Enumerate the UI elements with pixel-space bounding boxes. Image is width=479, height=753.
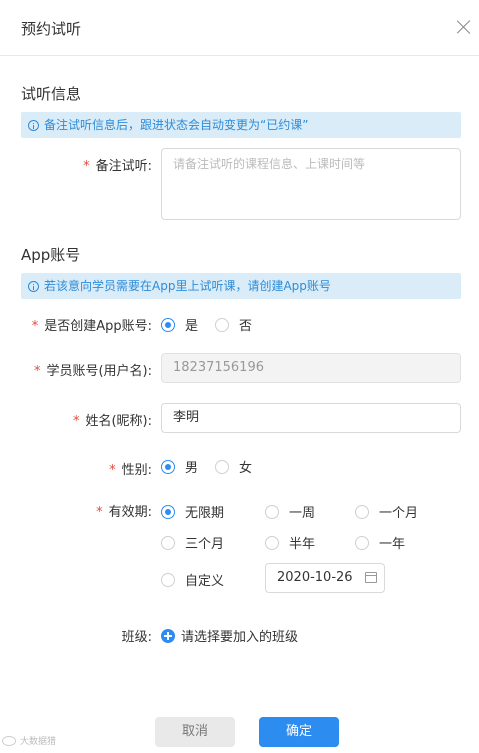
remark-label: * 备注试听: (83, 159, 152, 174)
add-class-button[interactable]: 请选择要加入的班级 (161, 626, 298, 645)
watermark-icon (2, 735, 16, 746)
add-class-text: 请选择要加入的班级 (181, 630, 299, 645)
validity-month-radio[interactable]: 一个月 (355, 502, 418, 521)
trial-notice: 备注试听信息后，跟进状态会自动变更为“已约课” (21, 112, 461, 138)
app-notice-text: 若该意向学员需要在App里上试听课，请创建App账号 (44, 279, 331, 293)
section-title-trial: 试听信息 (21, 85, 82, 103)
required-mark: * (72, 414, 80, 429)
dialog-title: 预约试听 (21, 20, 82, 38)
required-mark: * (109, 463, 116, 478)
custom-date-picker[interactable]: 2020-10-26 (265, 563, 385, 593)
calendar-icon (365, 572, 377, 583)
name-label: * 姓名(昵称): (72, 414, 152, 429)
name-input[interactable]: 李明 (161, 403, 461, 433)
required-mark: * (33, 364, 41, 379)
section-title-app: App账号 (21, 246, 81, 264)
validity-unlimited-radio[interactable]: 无限期 (161, 502, 224, 521)
dialog-header: 预约试听 (0, 0, 479, 56)
gender-female-radio[interactable]: 女 (215, 457, 252, 476)
create-app-yes-radio[interactable]: 是 (161, 315, 198, 334)
validity-week-radio[interactable]: 一周 (265, 502, 315, 521)
create-app-no-radio[interactable]: 否 (215, 315, 252, 334)
account-input: 18237156196 (161, 353, 461, 383)
required-mark: * (96, 505, 103, 520)
validity-custom-radio[interactable]: 自定义 (161, 570, 224, 589)
validity-year-radio[interactable]: 一年 (355, 533, 405, 552)
validity-half-year-radio[interactable]: 半年 (265, 533, 315, 552)
create-app-label: * 是否创建App账号: (31, 319, 152, 334)
custom-date-value: 2020-10-26 (277, 570, 353, 585)
class-label: 班级: (121, 630, 152, 645)
gender-male-radio[interactable]: 男 (161, 457, 198, 476)
watermark: 大数据猎 (2, 734, 56, 747)
info-icon (28, 280, 39, 292)
validity-label: * 有效期: (96, 505, 152, 520)
info-icon (28, 119, 39, 131)
plus-circle-icon (161, 628, 175, 643)
app-notice: 若该意向学员需要在App里上试听课，请创建App账号 (21, 273, 461, 299)
required-mark: * (83, 159, 90, 174)
trial-notice-text: 备注试听信息后，跟进状态会自动变更为“已约课” (44, 118, 309, 132)
confirm-button[interactable]: 确定 (259, 717, 339, 747)
close-icon[interactable] (455, 18, 473, 36)
remark-textarea[interactable] (161, 148, 461, 220)
validity-three-months-radio[interactable]: 三个月 (161, 533, 224, 552)
account-label: * 学员账号(用户名): (33, 364, 152, 379)
required-mark: * (31, 319, 39, 334)
cancel-button[interactable]: 取消 (155, 717, 235, 747)
gender-label: * 性别: (109, 463, 152, 478)
